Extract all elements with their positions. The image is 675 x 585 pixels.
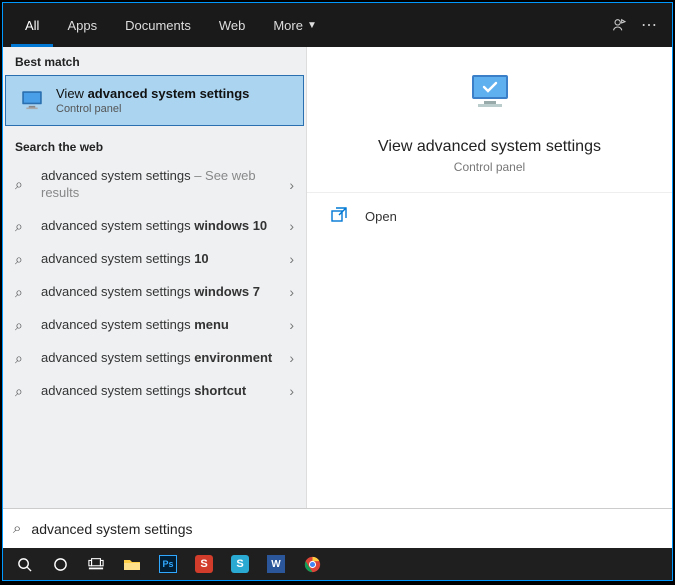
search-icon: ⌕: [15, 383, 31, 400]
search-icon: ⌕: [15, 218, 31, 235]
tab-all[interactable]: All: [11, 3, 53, 47]
more-options-icon[interactable]: ⋯: [634, 15, 664, 35]
web-result-0-text: advanced system settings: [41, 168, 191, 183]
search-icon: ⌕: [13, 520, 21, 537]
web-result-5-text: advanced system settings: [41, 350, 194, 365]
detail-subtitle: Control panel: [323, 160, 656, 174]
web-result-4-text: advanced system settings: [41, 317, 194, 332]
web-result-1-bold: windows 10: [194, 218, 267, 233]
action-open[interactable]: Open: [307, 193, 672, 240]
taskbar-photoshop-icon[interactable]: Ps: [151, 550, 185, 578]
body: Best match View advanced system settings…: [3, 47, 672, 508]
web-result-4-bold: menu: [194, 317, 229, 332]
search-icon: ⌕: [15, 317, 31, 334]
web-result-6-text: advanced system settings: [41, 383, 194, 398]
detail-monitor-icon: [323, 71, 656, 124]
web-result-3-bold: windows 7: [194, 284, 260, 299]
search-input[interactable]: [31, 521, 662, 537]
best-match-prefix: View: [56, 86, 88, 101]
feedback-icon[interactable]: [604, 17, 634, 33]
best-match-sub: Control panel: [56, 103, 249, 115]
web-result-2-text: advanced system settings: [41, 251, 194, 266]
detail-header: View advanced system settings Control pa…: [307, 47, 672, 193]
chevron-right-icon: ›: [289, 218, 294, 234]
web-result-0[interactable]: ⌕ advanced system settings – See web res…: [3, 160, 306, 210]
search-icon: ⌕: [15, 176, 31, 193]
web-result-2-bold: 10: [194, 251, 208, 266]
best-match-item[interactable]: View advanced system settings Control pa…: [5, 75, 304, 126]
taskbar: Ps S S W: [3, 548, 672, 580]
taskbar-cortana-icon[interactable]: [43, 550, 77, 578]
search-icon: ⌕: [15, 284, 31, 301]
search-panel: All Apps Documents Web More ▼ ⋯ Best mat…: [2, 2, 673, 581]
chevron-right-icon: ›: [289, 383, 294, 399]
section-search-web: Search the web: [3, 132, 306, 160]
tab-more-label: More: [273, 18, 303, 33]
results-pane: Best match View advanced system settings…: [3, 47, 307, 508]
top-tab-bar: All Apps Documents Web More ▼ ⋯: [3, 3, 672, 47]
open-icon: [331, 207, 351, 226]
chevron-right-icon: ›: [289, 350, 294, 366]
chevron-right-icon: ›: [289, 317, 294, 333]
web-result-1[interactable]: ⌕ advanced system settings windows 10 ›: [3, 210, 306, 243]
taskbar-explorer-icon[interactable]: [115, 550, 149, 578]
taskbar-search-icon[interactable]: [7, 550, 41, 578]
best-match-text: View advanced system settings Control pa…: [56, 86, 249, 115]
search-bar[interactable]: ⌕: [3, 508, 672, 548]
web-result-4[interactable]: ⌕ advanced system settings menu ›: [3, 309, 306, 342]
monitor-icon: [18, 87, 46, 115]
chevron-right-icon: ›: [289, 177, 294, 193]
chevron-right-icon: ›: [289, 251, 294, 267]
web-result-6-bold: shortcut: [194, 383, 246, 398]
taskbar-s-app-icon[interactable]: S: [187, 550, 221, 578]
taskbar-taskview-icon[interactable]: [79, 550, 113, 578]
tab-apps[interactable]: Apps: [53, 3, 111, 47]
web-result-3-text: advanced system settings: [41, 284, 194, 299]
tab-web[interactable]: Web: [205, 3, 260, 47]
web-result-5-bold: environment: [194, 350, 272, 365]
chevron-down-icon: ▼: [307, 20, 317, 31]
search-icon: ⌕: [15, 251, 31, 268]
web-result-6[interactable]: ⌕ advanced system settings shortcut ›: [3, 375, 306, 408]
tab-documents[interactable]: Documents: [111, 3, 205, 47]
web-result-3[interactable]: ⌕ advanced system settings windows 7 ›: [3, 276, 306, 309]
detail-title: View advanced system settings: [323, 138, 656, 156]
taskbar-chrome-icon[interactable]: [295, 550, 329, 578]
web-result-2[interactable]: ⌕ advanced system settings 10 ›: [3, 243, 306, 276]
best-match-bold: advanced system settings: [88, 86, 250, 101]
section-best-match: Best match: [3, 47, 306, 75]
tabs: All Apps Documents Web More ▼: [11, 3, 331, 47]
taskbar-snagit-icon[interactable]: S: [223, 550, 257, 578]
taskbar-word-icon[interactable]: W: [259, 550, 293, 578]
chevron-right-icon: ›: [289, 284, 294, 300]
action-open-label: Open: [365, 209, 397, 224]
detail-pane: View advanced system settings Control pa…: [307, 47, 672, 508]
tab-more[interactable]: More ▼: [259, 3, 331, 47]
web-result-1-text: advanced system settings: [41, 218, 194, 233]
search-icon: ⌕: [15, 350, 31, 367]
web-result-5[interactable]: ⌕ advanced system settings environment ›: [3, 342, 306, 375]
